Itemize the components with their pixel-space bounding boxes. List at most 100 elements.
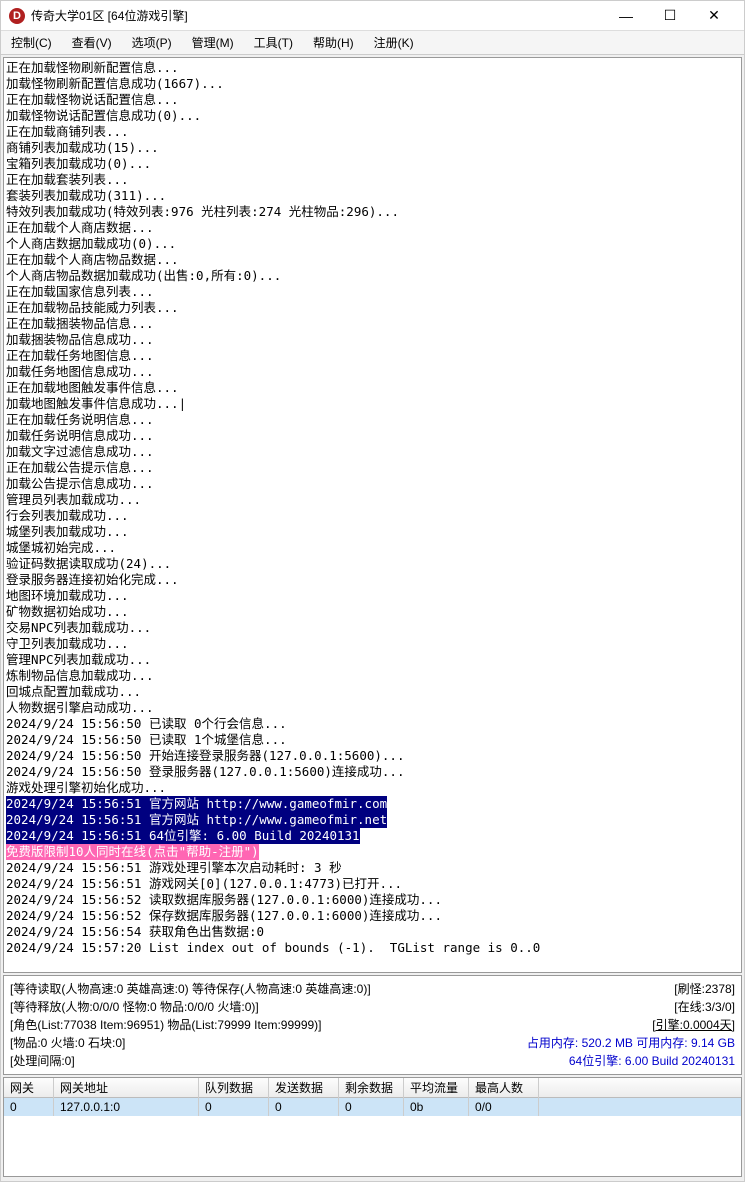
log-line: 正在加载商铺列表... <box>6 124 739 140</box>
menu-help[interactable]: 帮助(H) <box>309 32 358 53</box>
col-addr[interactable]: 网关地址 <box>54 1077 199 1098</box>
status-release: [等待释放(人物:0/0/0 怪物:0 物品:0/0/0 火墙:0)] <box>10 998 515 1016</box>
status-role: [角色(List:77038 Item:96951) 物品(List:79999… <box>10 1016 515 1034</box>
col-avg[interactable]: 平均流量 <box>404 1077 469 1098</box>
log-line: 套装列表加载成功(311)... <box>6 188 739 204</box>
log-line: 2024/9/24 15:56:54 获取角色出售数据:0 <box>6 924 739 940</box>
log-line-warning: 免费版限制10人同时在线(点击"帮助-注册") <box>6 844 739 860</box>
menu-control[interactable]: 控制(C) <box>7 32 56 53</box>
cell-addr: 127.0.0.1:0 <box>54 1098 199 1116</box>
menu-register[interactable]: 注册(K) <box>370 32 418 53</box>
cell-gw: 0 <box>4 1098 54 1116</box>
cell-remain: 0 <box>339 1098 404 1116</box>
status-memory: 占用内存: 520.2 MB 可用内存: 9.14 GB <box>515 1034 735 1052</box>
log-output[interactable]: 正在加载怪物刷新配置信息...加载怪物刷新配置信息成功(1667)...正在加载… <box>3 57 742 973</box>
log-line: 矿物数据初始成功... <box>6 604 739 620</box>
log-line: 城堡城初始完成... <box>6 540 739 556</box>
gateway-panel: 网关 网关地址 队列数据 发送数据 剩余数据 平均流量 最高人数 0 127.0… <box>3 1077 742 1177</box>
menubar: 控制(C) 查看(V) 选项(P) 管理(M) 工具(T) 帮助(H) 注册(K… <box>1 31 744 55</box>
menu-manage[interactable]: 管理(M) <box>188 32 238 53</box>
log-line: 加载怪物说话配置信息成功(0)... <box>6 108 739 124</box>
log-line: 城堡列表加载成功... <box>6 524 739 540</box>
log-line: 管理员列表加载成功... <box>6 492 739 508</box>
window-title: 传奇大学01区 [64位游戏引擎] <box>31 7 604 24</box>
log-line: 2024/9/24 15:56:50 开始连接登录服务器(127.0.0.1:5… <box>6 748 739 764</box>
log-line: 回城点配置加载成功... <box>6 684 739 700</box>
footer <box>1 1179 744 1181</box>
log-line: 行会列表加载成功... <box>6 508 739 524</box>
menu-view[interactable]: 查看(V) <box>68 32 116 53</box>
status-panel: [等待读取(人物高速:0 英雄高速:0) 等待保存(人物高速:0 英雄高速:0)… <box>3 975 742 1075</box>
status-online: [在线:3/3/0] <box>515 998 735 1016</box>
log-line: 加载文字过滤信息成功... <box>6 444 739 460</box>
log-line: 人物数据引擎启动成功... <box>6 700 739 716</box>
titlebar: D 传奇大学01区 [64位游戏引擎] — ☐ ✕ <box>1 1 744 31</box>
log-line: 正在加载个人商店物品数据... <box>6 252 739 268</box>
log-line: 特效列表加载成功(特效列表:976 光柱列表:274 光柱物品:296)... <box>6 204 739 220</box>
menu-options[interactable]: 选项(P) <box>128 32 176 53</box>
log-line: 加载公告提示信息成功... <box>6 476 739 492</box>
log-line: 2024/9/24 15:57:20 List index out of bou… <box>6 940 739 956</box>
col-queue[interactable]: 队列数据 <box>199 1077 269 1098</box>
log-line: 正在加载怪物说话配置信息... <box>6 92 739 108</box>
log-line: 2024/9/24 15:56:51 游戏网关[0](127.0.0.1:477… <box>6 876 739 892</box>
log-line: 交易NPC列表加载成功... <box>6 620 739 636</box>
log-line: 2024/9/24 15:56:52 读取数据库服务器(127.0.0.1:60… <box>6 892 739 908</box>
col-max[interactable]: 最高人数 <box>469 1077 539 1098</box>
log-line: 地图环境加载成功... <box>6 588 739 604</box>
log-line: 正在加载任务说明信息... <box>6 412 739 428</box>
status-interval: [处理间隔:0] <box>10 1052 515 1070</box>
col-remain[interactable]: 剩余数据 <box>339 1077 404 1098</box>
gateway-row[interactable]: 0 127.0.0.1:0 0 0 0 0b 0/0 <box>4 1098 741 1116</box>
log-line: 游戏处理引擎初始化成功... <box>6 780 739 796</box>
app-icon: D <box>9 8 25 24</box>
log-line: 个人商店数据加载成功(0)... <box>6 236 739 252</box>
log-line: 加载任务说明信息成功... <box>6 428 739 444</box>
status-items: [物品:0 火墙:0 石块:0] <box>10 1034 515 1052</box>
log-line: 正在加载物品技能威力列表... <box>6 300 739 316</box>
log-line: 管理NPC列表加载成功... <box>6 652 739 668</box>
cell-max: 0/0 <box>469 1098 539 1116</box>
log-line: 正在加载个人商店数据... <box>6 220 739 236</box>
status-engine-days: [引擎:0.0004天] <box>515 1016 735 1034</box>
log-line: 正在加载公告提示信息... <box>6 460 739 476</box>
status-read: [等待读取(人物高速:0 英雄高速:0) 等待保存(人物高速:0 英雄高速:0)… <box>10 980 515 998</box>
log-line: 个人商店物品数据加载成功(出售:0,所有:0)... <box>6 268 739 284</box>
log-line: 正在加载国家信息列表... <box>6 284 739 300</box>
log-line: 2024/9/24 15:56:50 已读取 1个城堡信息... <box>6 732 739 748</box>
log-line: 守卫列表加载成功... <box>6 636 739 652</box>
log-line: 2024/9/24 15:56:50 登录服务器(127.0.0.1:5600)… <box>6 764 739 780</box>
minimize-button[interactable]: — <box>604 2 648 30</box>
cell-queue: 0 <box>199 1098 269 1116</box>
col-send[interactable]: 发送数据 <box>269 1077 339 1098</box>
log-line: 加载任务地图信息成功... <box>6 364 739 380</box>
status-mob: [刷怪:2378] <box>515 980 735 998</box>
log-line: 商铺列表加载成功(15)... <box>6 140 739 156</box>
log-line: 2024/9/24 15:56:52 保存数据库服务器(127.0.0.1:60… <box>6 908 739 924</box>
log-line: 正在加载地图触发事件信息... <box>6 380 739 396</box>
log-line-highlight: 2024/9/24 15:56:51 64位引擎: 6.00 Build 202… <box>6 828 739 844</box>
log-line-highlight: 2024/9/24 15:56:51 官方网站 http://www.gameo… <box>6 796 739 812</box>
log-line-highlight: 2024/9/24 15:56:51 官方网站 http://www.gameo… <box>6 812 739 828</box>
gateway-header: 网关 网关地址 队列数据 发送数据 剩余数据 平均流量 最高人数 <box>4 1078 741 1098</box>
log-line: 宝箱列表加载成功(0)... <box>6 156 739 172</box>
log-line: 炼制物品信息加载成功... <box>6 668 739 684</box>
log-line: 加载捆装物品信息成功... <box>6 332 739 348</box>
log-line: 2024/9/24 15:56:51 游戏处理引擎本次启动耗时: 3 秒 <box>6 860 739 876</box>
log-line: 正在加载怪物刷新配置信息... <box>6 60 739 76</box>
log-line: 验证码数据读取成功(24)... <box>6 556 739 572</box>
cell-avg: 0b <box>404 1098 469 1116</box>
cell-send: 0 <box>269 1098 339 1116</box>
log-line: 2024/9/24 15:56:50 已读取 0个行会信息... <box>6 716 739 732</box>
log-line: 正在加载套装列表... <box>6 172 739 188</box>
col-gw[interactable]: 网关 <box>4 1077 54 1098</box>
log-line: 登录服务器连接初始化完成... <box>6 572 739 588</box>
close-button[interactable]: ✕ <box>692 2 736 30</box>
log-line: 加载地图触发事件信息成功...| <box>6 396 739 412</box>
log-line: 正在加载任务地图信息... <box>6 348 739 364</box>
log-line: 加载怪物刷新配置信息成功(1667)... <box>6 76 739 92</box>
status-engine-build: 64位引擎: 6.00 Build 20240131 <box>515 1052 735 1070</box>
maximize-button[interactable]: ☐ <box>648 2 692 30</box>
menu-tools[interactable]: 工具(T) <box>250 32 297 53</box>
log-line: 正在加载捆装物品信息... <box>6 316 739 332</box>
